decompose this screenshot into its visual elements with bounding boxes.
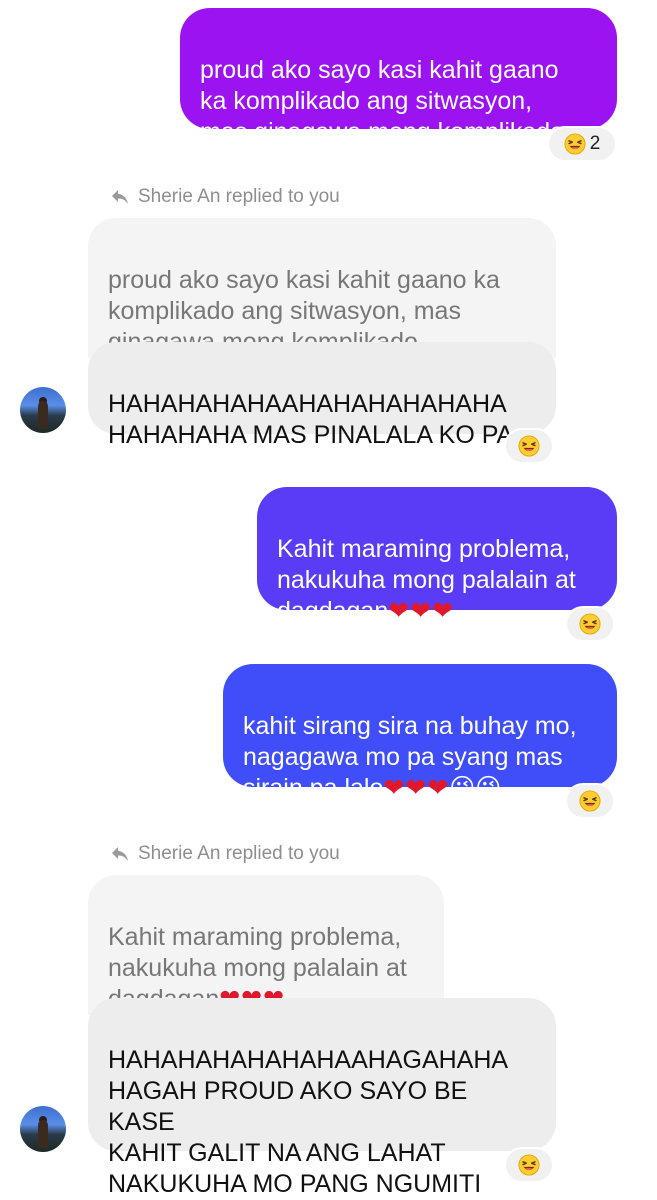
- laughing-emoji-icon: [518, 435, 540, 457]
- laughing-emoji-icon: [518, 1154, 540, 1176]
- reply-note-text: Sherie An replied to you: [138, 843, 340, 864]
- received-message-bubble[interactable]: HAHAHAHAHAHAHAAHAGAHAHA HAGAH PROUD AKO …: [88, 998, 556, 1198]
- laughing-emoji-icon: [579, 790, 601, 812]
- reaction-badge[interactable]: 2: [547, 126, 617, 162]
- reply-note: Sherie An replied to you: [110, 183, 340, 211]
- contact-avatar[interactable]: [20, 1106, 66, 1152]
- reaction-count: 2: [589, 133, 601, 154]
- contact-avatar[interactable]: [20, 387, 66, 433]
- avatar-figure: [38, 1120, 48, 1148]
- reply-note-text: Sherie An replied to you: [138, 186, 340, 207]
- heart-emojis: ❤❤❤: [383, 774, 450, 802]
- sent-message-bubble[interactable]: kahit sirang sira na buhay mo, nagagawa …: [223, 664, 617, 802]
- reply-arrow-icon: [110, 845, 130, 863]
- message-text: HAHAHAHAHAHAHAAHAGAHAHA HAGAH PROUD AKO …: [108, 1046, 509, 1198]
- sent-message-bubble[interactable]: proud ako sayo kasi kahit gaano ka kompl…: [180, 8, 617, 146]
- quoted-message[interactable]: proud ako sayo kasi kahit gaano ka kompl…: [88, 218, 556, 358]
- sent-message-bubble[interactable]: Kahit maraming problema, nakukuha mong p…: [257, 487, 617, 625]
- received-message-bubble[interactable]: HAHAHAHAHAAHAHAHAHAHAHA HAHAHAHA MAS PIN…: [88, 342, 556, 449]
- reaction-badge[interactable]: [565, 783, 615, 819]
- quoted-message[interactable]: Kahit maraming problema, nakukuha mong p…: [88, 875, 444, 1015]
- heart-emojis: ❤❤❤: [388, 597, 455, 625]
- laughing-emoji-icon: [579, 613, 601, 635]
- reaction-badge[interactable]: [565, 606, 615, 642]
- laughing-emoji-icon: [564, 133, 586, 155]
- reaction-badge[interactable]: [504, 1147, 554, 1183]
- reply-arrow-icon: [110, 188, 130, 206]
- reply-note: Sherie An replied to you: [110, 840, 340, 868]
- kiss-emojis: 😘😘: [449, 774, 502, 802]
- message-text: proud ako sayo kasi kahit gaano ka kompl…: [200, 56, 565, 146]
- reaction-badge[interactable]: [504, 428, 554, 464]
- avatar-figure: [38, 401, 48, 429]
- message-text: HAHAHAHAHAAHAHAHAHAHAHA HAHAHAHA MAS PIN…: [108, 390, 514, 449]
